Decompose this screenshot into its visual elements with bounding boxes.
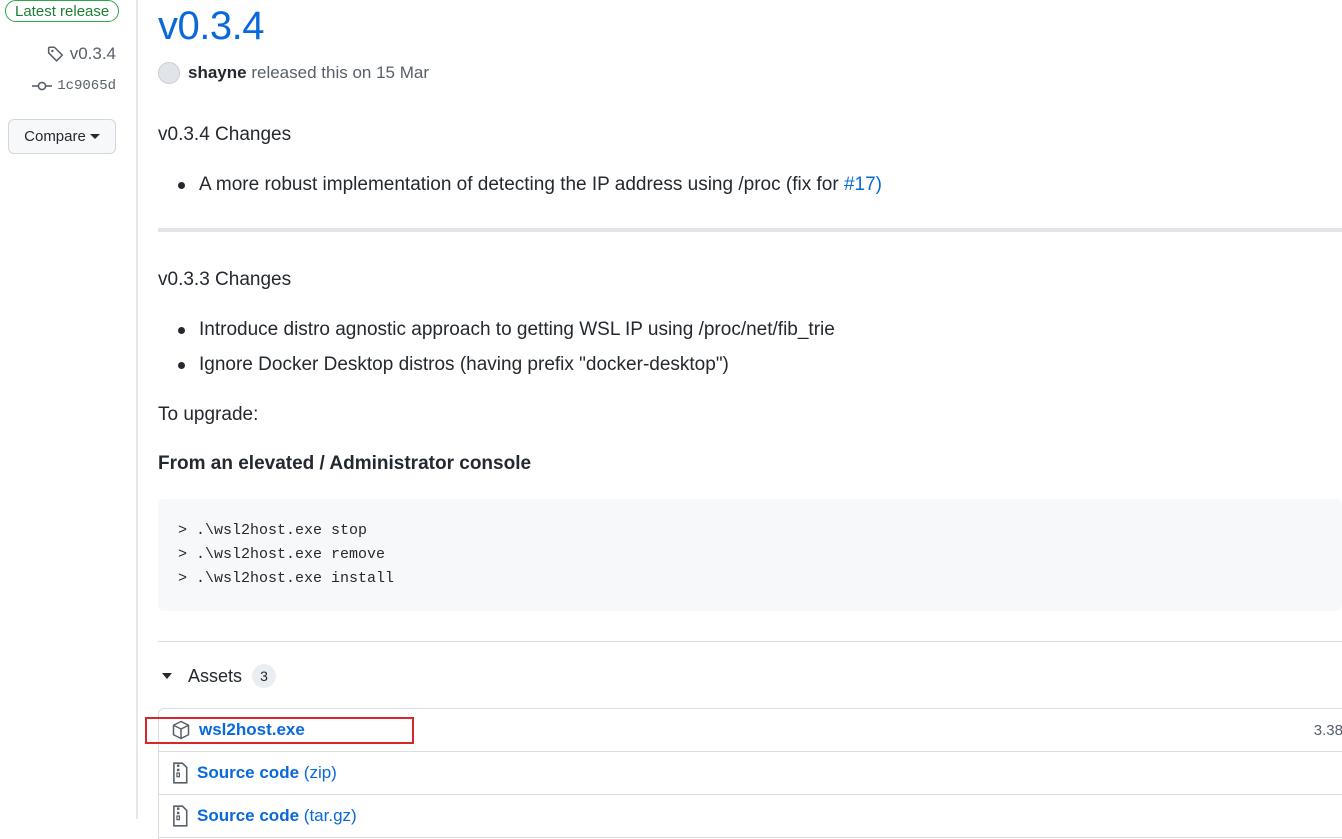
- assets-toggle[interactable]: Assets 3: [162, 664, 277, 688]
- commit-icon: [32, 81, 53, 91]
- code-block[interactable]: > .\wsl2host.exe stop > .\wsl2host.exe r…: [158, 499, 1342, 611]
- upgrade-text: To upgrade:: [158, 404, 259, 425]
- tag-label: v0.3.4: [69, 44, 116, 63]
- list-item: Introduce distro agnostic approach to ge…: [178, 319, 835, 341]
- file-zip-icon: [173, 762, 188, 784]
- asset-row-source-targz[interactable]: Source code (tar.gz): [159, 795, 1342, 838]
- list-item: Ignore Docker Desktop distros (having pr…: [178, 354, 729, 376]
- bullet-text: A more robust implementation of detectin…: [199, 174, 844, 195]
- code-line: > .\wsl2host.exe stop: [178, 522, 368, 539]
- compare-button[interactable]: Compare: [8, 119, 116, 154]
- triangle-down-icon: [162, 673, 172, 679]
- bullet-dot: [178, 361, 185, 369]
- latest-release-badge: Latest release: [5, 0, 120, 22]
- tag-link[interactable]: v0.3.4: [47, 44, 116, 64]
- bullet-dot: [178, 326, 185, 334]
- caret-down-icon: [89, 134, 100, 139]
- assets-divider: [158, 641, 1342, 642]
- issue-link[interactable]: #17: [844, 174, 876, 195]
- release-title[interactable]: v0.3.4: [158, 4, 264, 49]
- asset-row-source-zip[interactable]: Source code (zip): [159, 752, 1342, 795]
- release-sidebar: Latest release v0.3.4 1c9065d Compare: [0, 0, 136, 819]
- asset-size: 3.38: [1313, 721, 1342, 739]
- section-divider: [158, 228, 1342, 232]
- asset-name[interactable]: Source code: [197, 806, 299, 826]
- file-zip-icon: [173, 805, 188, 827]
- console-heading: From an elevated / Administrator console: [158, 453, 532, 474]
- code-line: > .\wsl2host.exe remove: [178, 546, 386, 563]
- sidebar-divider: [136, 0, 138, 819]
- commit-link[interactable]: 1c9065d: [32, 78, 116, 94]
- author-link[interactable]: shayne: [188, 63, 247, 82]
- changes-heading-v034: v0.3.4 Changes: [158, 124, 292, 145]
- released-text: released this on 15 Mar: [251, 63, 429, 82]
- bullet-dot: [178, 181, 185, 189]
- asset-name[interactable]: Source code: [197, 763, 299, 783]
- asset-ext: (tar.gz): [303, 806, 357, 825]
- tag-icon: [47, 46, 63, 62]
- bullet-text: Introduce distro agnostic approach to ge…: [199, 319, 835, 340]
- bullet-suffix: ): [875, 174, 882, 195]
- changes-heading-v033: v0.3.3 Changes: [158, 269, 292, 290]
- release-meta: shayne released this on 15 Mar: [158, 62, 429, 84]
- list-item: A more robust implementation of detectin…: [178, 174, 882, 196]
- bullet-text: Ignore Docker Desktop distros (having pr…: [199, 354, 729, 375]
- commit-sha: 1c9065d: [57, 78, 116, 94]
- highlight-box: [145, 717, 414, 744]
- asset-ext: (zip): [303, 763, 337, 782]
- assets-label: Assets: [188, 665, 243, 686]
- avatar[interactable]: [158, 62, 180, 84]
- compare-label: Compare: [24, 128, 86, 145]
- assets-count: 3: [252, 664, 277, 688]
- code-line: > .\wsl2host.exe install: [178, 570, 395, 587]
